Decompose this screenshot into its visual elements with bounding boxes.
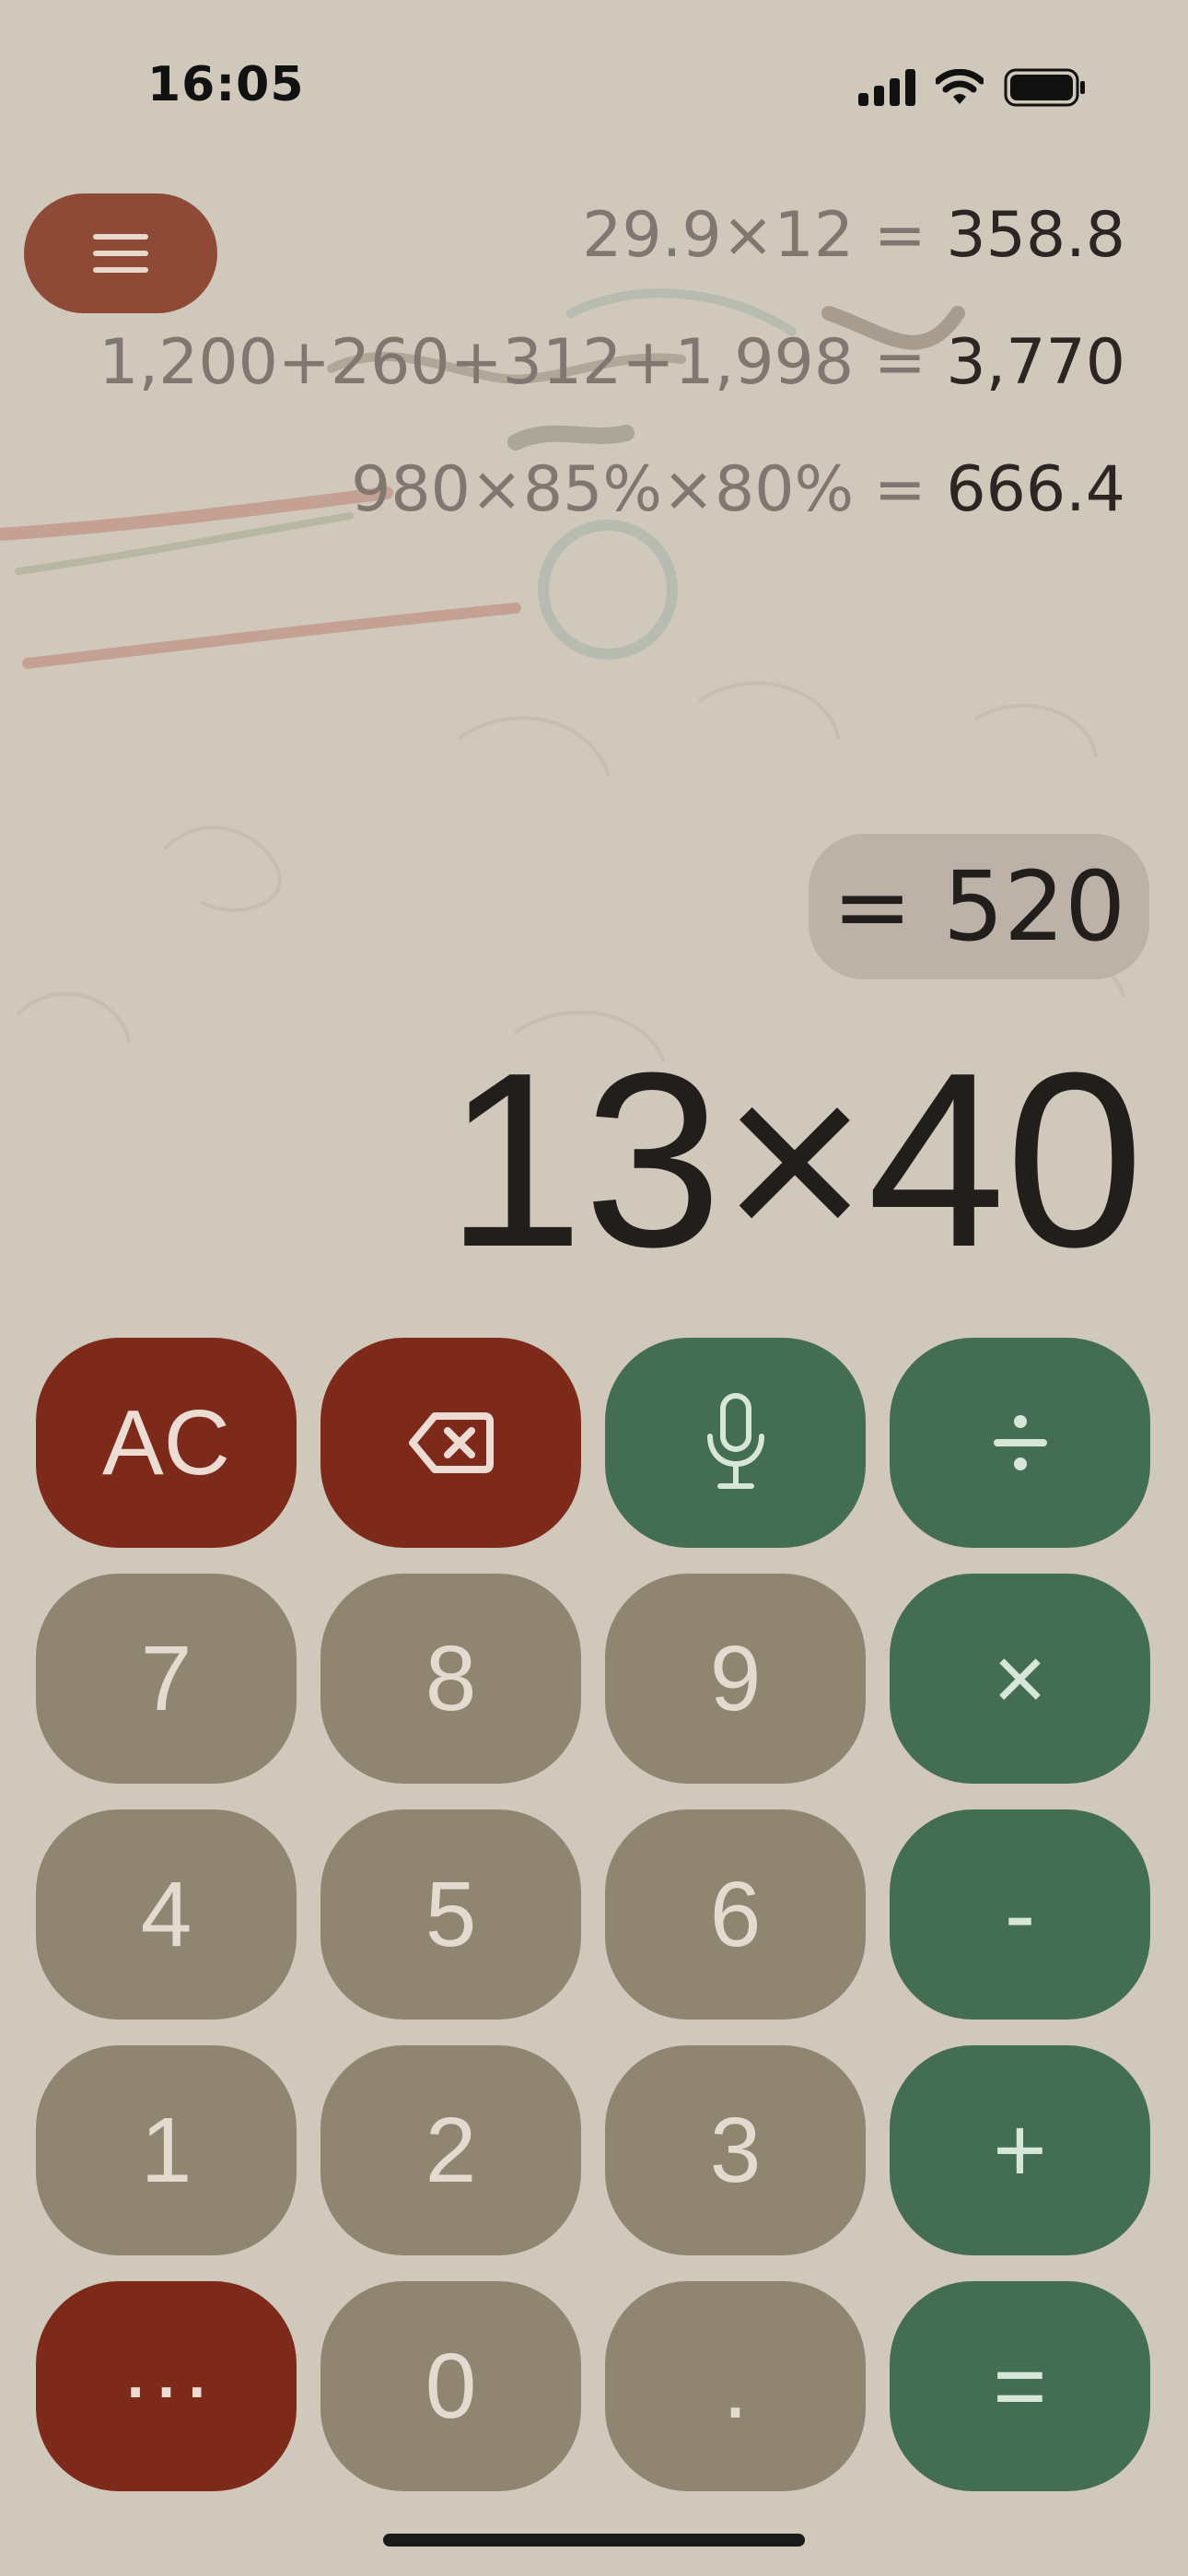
microphone-icon <box>706 1393 764 1489</box>
add-button[interactable]: + <box>890 2045 1150 2255</box>
history-equals: = <box>873 326 926 399</box>
history-expression: 1,200+260+312+1,998 <box>99 326 855 399</box>
divide-icon <box>993 1415 1047 1470</box>
decimal-point-button[interactable]: . <box>605 2281 866 2491</box>
history-result: 666.4 <box>946 453 1125 526</box>
backspace-icon <box>408 1412 494 1473</box>
divide-button[interactable] <box>890 1338 1150 1548</box>
calculation-history: 29.9×12 = 358.8 1,200+260+312+1,998 = 3,… <box>99 205 1125 586</box>
status-bar-icons <box>858 64 1087 111</box>
keypad: AC 7 8 9 × 4 5 6 - 1 2 3 + ··· 0 . = <box>36 1338 1150 2491</box>
home-indicator[interactable] <box>383 2534 805 2547</box>
battery-icon <box>1004 68 1085 107</box>
cellular-signal-icon <box>858 69 915 106</box>
history-result: 3,770 <box>946 326 1125 399</box>
more-options-button[interactable]: ··· <box>36 2281 297 2491</box>
history-equals: = <box>873 199 926 272</box>
digit-5-button[interactable]: 5 <box>320 1809 581 2020</box>
status-bar-time: 16:05 <box>147 57 305 112</box>
digit-9-button[interactable]: 9 <box>605 1574 866 1784</box>
digit-7-button[interactable]: 7 <box>36 1574 297 1784</box>
digit-0-button[interactable]: 0 <box>320 2281 581 2491</box>
digit-4-button[interactable]: 4 <box>36 1809 297 2020</box>
history-row[interactable]: 980×85%×80% = 666.4 <box>99 459 1125 521</box>
history-row[interactable]: 1,200+260+312+1,998 = 3,770 <box>99 332 1125 394</box>
subtract-button[interactable]: - <box>890 1809 1150 2020</box>
history-expression: 980×85%×80% <box>351 453 855 526</box>
multiply-button[interactable]: × <box>890 1574 1150 1784</box>
equals-button[interactable]: = <box>890 2281 1150 2491</box>
all-clear-button[interactable]: AC <box>36 1338 297 1548</box>
digit-3-button[interactable]: 3 <box>605 2045 866 2255</box>
voice-input-button[interactable] <box>605 1338 866 1548</box>
backspace-button[interactable] <box>320 1338 581 1548</box>
digit-8-button[interactable]: 8 <box>320 1574 581 1784</box>
history-row[interactable]: 29.9×12 = 358.8 <box>99 205 1125 267</box>
history-expression: 29.9×12 <box>582 199 855 272</box>
result-preview[interactable]: = 520 <box>809 834 1149 979</box>
expression-display: 13×40 <box>445 1022 1144 1299</box>
digit-1-button[interactable]: 1 <box>36 2045 297 2255</box>
digit-2-button[interactable]: 2 <box>320 2045 581 2255</box>
history-equals: = <box>873 453 926 526</box>
history-result: 358.8 <box>946 199 1125 272</box>
digit-6-button[interactable]: 6 <box>605 1809 866 2020</box>
wifi-icon <box>936 69 984 104</box>
calculator-screen: 16:05 29.9×12 = 358.8 1,200+260+312+1,99… <box>0 0 1188 2576</box>
